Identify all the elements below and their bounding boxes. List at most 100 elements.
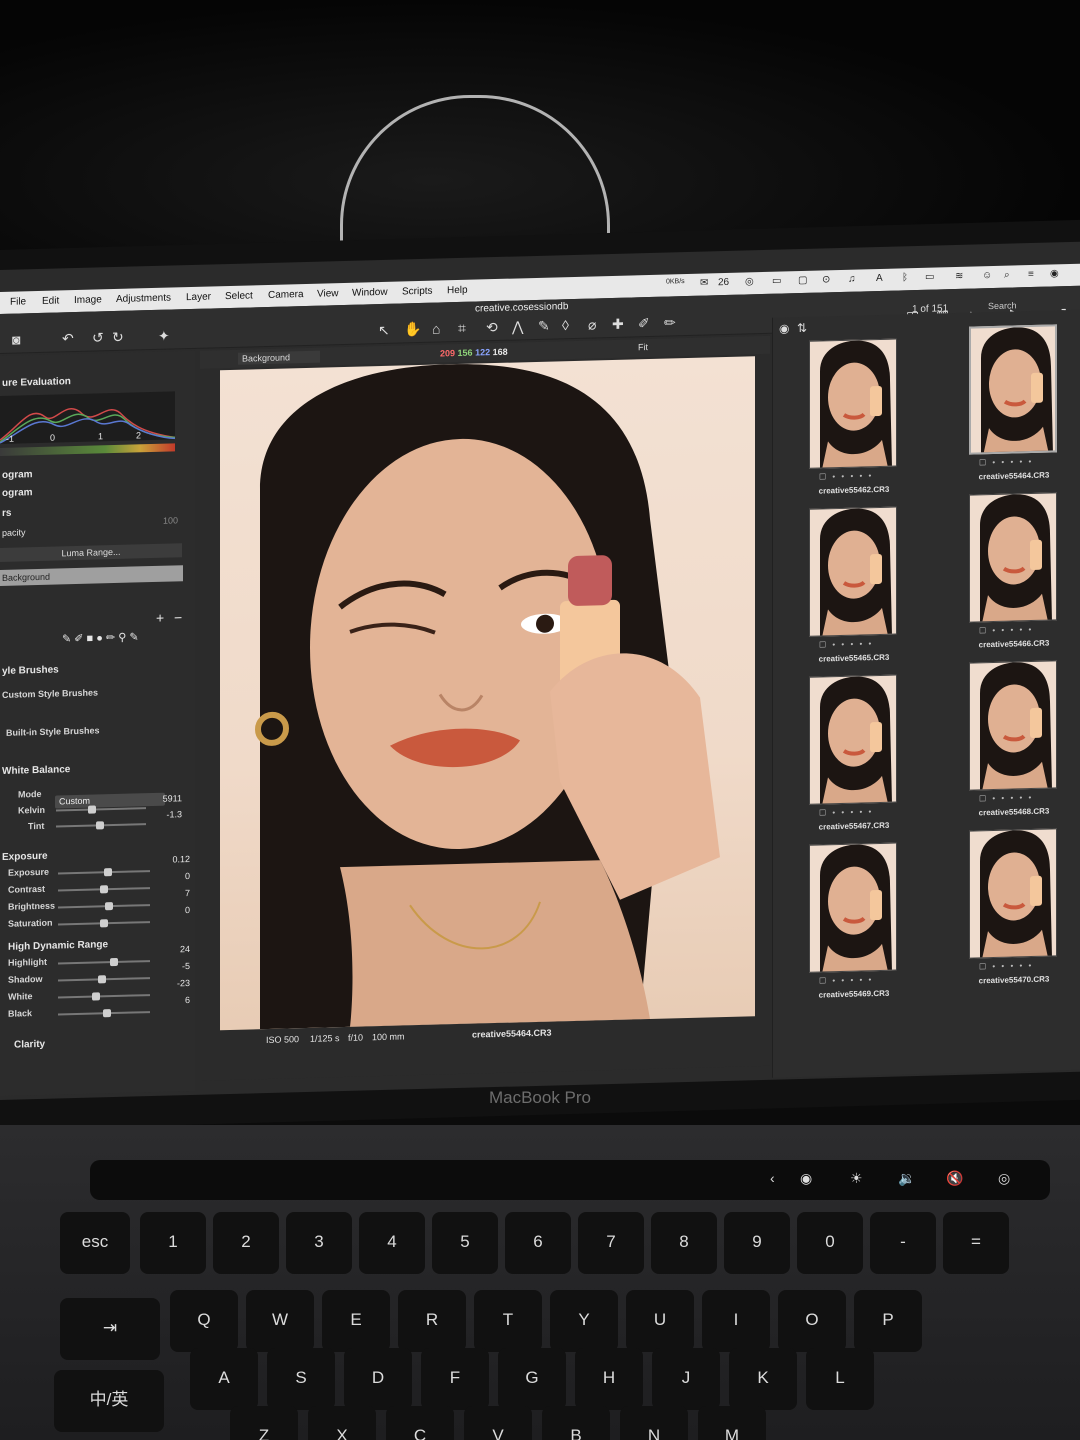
key-k[interactable]: K xyxy=(729,1348,797,1410)
remove-layer-icon[interactable]: − xyxy=(174,609,182,625)
touchbar-volume-icon[interactable]: 🔉 xyxy=(898,1170,915,1187)
crop-tool-icon[interactable]: ⌗ xyxy=(458,320,466,337)
key-r[interactable]: R xyxy=(398,1290,466,1352)
sort-icon[interactable]: ⇅ xyxy=(797,321,807,335)
auto-adjust-icon[interactable]: ✦ xyxy=(158,328,170,345)
hdr-value-2[interactable]: -23 xyxy=(160,978,190,989)
key-d[interactable]: D xyxy=(344,1348,412,1410)
key-row1-2[interactable]: 2 xyxy=(213,1212,279,1274)
picker-tool-icon[interactable]: ✐ xyxy=(638,315,650,332)
undo-all-icon[interactable]: ↶ xyxy=(62,330,74,347)
main-photo[interactable] xyxy=(220,356,755,1031)
histogram-section-title[interactable]: ogram xyxy=(2,469,33,481)
key-row1-9[interactable]: 9 xyxy=(724,1212,790,1274)
luma-range-button[interactable]: Luma Range... xyxy=(0,543,182,562)
annotate-tool-icon[interactable]: ✏ xyxy=(664,314,676,331)
touchbar-brightness-icon[interactable]: ☀ xyxy=(850,1170,863,1187)
exposure-slider-1[interactable] xyxy=(58,885,150,894)
thumbnail[interactable] xyxy=(969,828,1057,959)
exposure-section-title[interactable]: Exposure xyxy=(2,851,48,863)
rotate-tool-icon[interactable]: ⟲ xyxy=(486,319,498,336)
kelvin-knob[interactable] xyxy=(88,805,96,814)
key-b[interactable]: B xyxy=(542,1406,610,1440)
key-c[interactable]: C xyxy=(386,1406,454,1440)
opacity-value[interactable]: 100 xyxy=(148,515,178,526)
undo-icon[interactable]: ↺ xyxy=(92,329,104,346)
builtin-style-brushes[interactable]: Built-in Style Brushes xyxy=(6,725,100,737)
key-e[interactable]: E xyxy=(322,1290,390,1352)
key-p[interactable]: P xyxy=(854,1290,922,1352)
key-x[interactable]: X xyxy=(308,1406,376,1440)
key-row1-6[interactable]: 6 xyxy=(505,1212,571,1274)
custom-style-brushes[interactable]: Custom Style Brushes xyxy=(2,687,98,700)
thumbnail-rating[interactable]: ☐ • • • • • xyxy=(979,457,1033,467)
key-row1-8[interactable]: 8 xyxy=(651,1212,717,1274)
headphones-icon[interactable]: ♫ xyxy=(848,274,856,285)
battery-icon[interactable]: ▭ xyxy=(925,272,934,283)
exposure-knob-2[interactable] xyxy=(105,902,113,911)
key-row1-10[interactable]: 0 xyxy=(797,1212,863,1274)
key-h[interactable]: H xyxy=(575,1348,643,1410)
menu-camera[interactable]: Camera xyxy=(268,289,304,301)
select-tool-icon[interactable]: ↖ xyxy=(378,322,390,339)
key-w[interactable]: W xyxy=(246,1290,314,1352)
camera-icon[interactable]: ◙ xyxy=(12,331,20,347)
thumbnail-rating[interactable]: ☐ • • • • • xyxy=(979,961,1033,971)
thumbnail[interactable] xyxy=(969,492,1057,623)
hdr-slider-2[interactable] xyxy=(58,992,150,1001)
key-row1-4[interactable]: 4 xyxy=(359,1212,425,1274)
menu-image[interactable]: Image xyxy=(74,294,102,306)
key-n[interactable]: N xyxy=(620,1406,688,1440)
hdr-section-title[interactable]: High Dynamic Range xyxy=(8,939,108,953)
input-source-icon[interactable]: A xyxy=(876,273,883,284)
touchbar-back-icon[interactable]: ‹ xyxy=(770,1170,775,1186)
key-m[interactable]: M xyxy=(698,1406,766,1440)
key-o[interactable]: O xyxy=(778,1290,846,1352)
exposure-knob-0[interactable] xyxy=(104,868,112,877)
key-i[interactable]: I xyxy=(702,1290,770,1352)
menu-file[interactable]: File xyxy=(10,296,26,307)
eraser-tool-icon[interactable]: ◊ xyxy=(562,317,569,333)
exposure-value-2[interactable]: 7 xyxy=(160,888,190,899)
histogram-section-title-2[interactable]: ogram xyxy=(2,487,33,499)
clarity-section-title[interactable]: Clarity xyxy=(14,1039,45,1051)
exposure-knob-1[interactable] xyxy=(100,885,108,894)
menu-layer[interactable]: Layer xyxy=(186,291,211,303)
menu-help[interactable]: Help xyxy=(447,285,468,297)
user-icon[interactable]: ☺ xyxy=(982,270,992,281)
search-field[interactable]: Search xyxy=(988,300,1017,311)
key-f[interactable]: F xyxy=(421,1348,489,1410)
background-layer[interactable]: Background xyxy=(0,565,183,586)
thumbnail[interactable] xyxy=(969,660,1057,791)
menu-window[interactable]: Window xyxy=(352,287,388,299)
control-center-icon[interactable]: ≡ xyxy=(1028,269,1034,280)
bluetooth-icon[interactable]: ᛒ xyxy=(902,272,908,283)
key-row1-7[interactable]: 7 xyxy=(578,1212,644,1274)
pan-tool-icon[interactable]: ✋ xyxy=(404,321,421,338)
siri-icon[interactable]: ◉ xyxy=(1050,268,1059,279)
thumbnail-rating[interactable]: ☐ • • • • • xyxy=(819,807,873,817)
tint-value[interactable]: -1.3 xyxy=(152,809,182,820)
thumbnail-rating[interactable]: ☐ • • • • • xyxy=(819,471,873,481)
hdr-slider-1[interactable] xyxy=(58,975,150,984)
loupe-tool-icon[interactable]: ⌂ xyxy=(432,320,440,336)
redo-icon[interactable]: ↻ xyxy=(112,329,124,346)
thumbnail-rating[interactable]: ☐ • • • • • xyxy=(819,639,873,649)
layers-section-title[interactable]: rs xyxy=(2,508,11,519)
thumbnail-rating[interactable]: ☐ • • • • • xyxy=(819,975,873,985)
key-lang-switch[interactable]: 中/英 xyxy=(54,1370,164,1432)
heal-tool-icon[interactable]: ✚ xyxy=(612,316,624,333)
gradient-tool-icon[interactable]: ⌀ xyxy=(588,316,596,333)
exposure-slider-2[interactable] xyxy=(58,902,150,911)
spotlight-icon[interactable]: ⌕ xyxy=(1004,270,1010,281)
wechat-icon[interactable]: ✉ xyxy=(700,277,708,288)
menu-select[interactable]: Select xyxy=(225,290,253,302)
thumbnail[interactable] xyxy=(809,842,897,973)
window-icon[interactable]: ▭ xyxy=(772,276,781,287)
hdr-knob-3[interactable] xyxy=(103,1009,111,1018)
thumbnail[interactable] xyxy=(809,674,897,805)
fit-label[interactable]: Fit xyxy=(638,342,648,352)
style-brushes-title[interactable]: yle Brushes xyxy=(2,664,59,676)
key-z[interactable]: Z xyxy=(230,1406,298,1440)
hdr-value-0[interactable]: 24 xyxy=(160,944,190,955)
